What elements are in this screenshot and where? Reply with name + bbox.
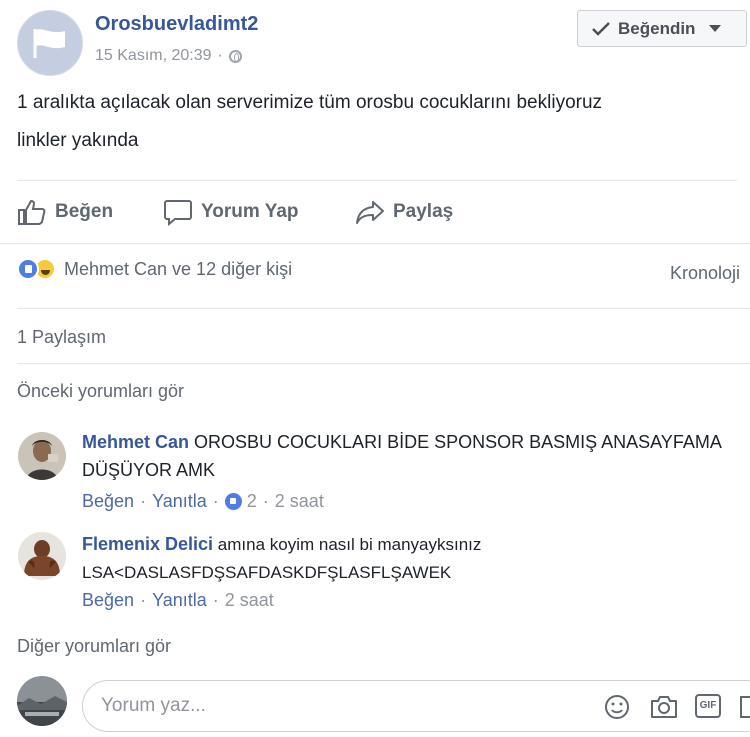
comment-body: Flemenix Delici amına koyim nasıl bi man… xyxy=(82,530,722,587)
like-action-label: Beğen xyxy=(55,201,114,222)
divider xyxy=(17,363,750,364)
comment-reply-link[interactable]: Yanıtla xyxy=(152,590,207,611)
post-timestamp[interactable]: 15 Kasım, 20:39 xyxy=(95,47,212,65)
page-avatar[interactable] xyxy=(17,10,83,76)
avatar[interactable] xyxy=(18,432,66,480)
comment-input[interactable]: Yorum yaz... xyxy=(101,695,206,717)
comment-actions: Beğen · Yanıtla · 2 saat xyxy=(82,590,274,611)
comment-time[interactable]: 2 saat xyxy=(225,590,274,611)
divider xyxy=(17,308,750,309)
comment-composer[interactable]: Yorum yaz... GIF xyxy=(82,680,750,732)
avatar-photo xyxy=(18,532,66,580)
comment-like-link[interactable]: Beğen xyxy=(82,590,134,611)
thumbs-up-icon xyxy=(18,199,46,225)
emoji-icon[interactable] xyxy=(603,693,631,721)
caret-down-icon xyxy=(709,25,722,32)
comment-time[interactable]: 2 saat xyxy=(275,491,324,512)
comment-author[interactable]: Mehmet Can xyxy=(82,432,189,452)
separator: · xyxy=(140,491,147,511)
liked-page-button[interactable]: Beğendin xyxy=(577,10,747,47)
globe-icon xyxy=(228,49,242,63)
speech-bubble-icon xyxy=(164,200,192,226)
like-reaction-icon xyxy=(17,258,39,280)
avatar[interactable] xyxy=(18,532,66,580)
avatar xyxy=(17,676,67,726)
share-action-label: Paylaş xyxy=(393,201,454,222)
page-name[interactable]: Orosbuevladimt2 xyxy=(95,13,258,36)
like-action-button[interactable]: Beğen xyxy=(17,195,113,229)
flag-icon xyxy=(33,29,65,58)
reactions-text: Mehmet Can ve 12 diğer kişi xyxy=(64,258,293,279)
comment-like-link[interactable]: Beğen xyxy=(82,491,134,512)
reactions-summary[interactable]: Mehmet Can ve 12 diğer kişi xyxy=(17,258,292,280)
check-icon xyxy=(592,21,610,36)
camera-icon[interactable] xyxy=(649,693,679,721)
view-previous-comments-link[interactable]: Önceki yorumları gör xyxy=(17,381,184,402)
share-action-button[interactable]: Paylaş xyxy=(355,195,453,229)
comment-action-label: Yorum Yap xyxy=(201,201,299,222)
view-more-comments-link[interactable]: Diğer yorumları gör xyxy=(17,636,171,657)
post-meta: 15 Kasım, 20:39 · xyxy=(95,47,242,65)
avatar-photo xyxy=(17,676,67,726)
meta-separator: · xyxy=(217,47,223,64)
separator: · xyxy=(140,590,147,610)
sticker-icon[interactable] xyxy=(739,693,750,721)
divider xyxy=(17,180,737,181)
separator: · xyxy=(212,491,219,511)
comment-body: Mehmet Can OROSBU COCUKLARI BİDE SPONSOR… xyxy=(82,428,722,484)
post-text-line: 1 aralıkta açılacak olan serverimize tüm… xyxy=(17,92,603,113)
gif-icon[interactable]: GIF xyxy=(695,694,721,718)
comment-action-button[interactable]: Yorum Yap xyxy=(163,195,299,229)
separator: · xyxy=(212,590,219,610)
separator: · xyxy=(262,491,269,511)
like-reaction-icon xyxy=(224,493,242,510)
divider xyxy=(0,243,750,244)
post-text-line: linkler yakında xyxy=(17,130,139,151)
comment-like-count[interactable]: 2 xyxy=(247,491,257,512)
shares-count[interactable]: 1 Paylaşım xyxy=(17,327,106,348)
comment-author[interactable]: Flemenix Delici xyxy=(82,534,213,554)
comment-sort-link[interactable]: Kronoloji xyxy=(670,263,740,284)
comment-actions: Beğen · Yanıtla · 2 · 2 saat xyxy=(82,491,324,512)
gif-label: GIF xyxy=(699,700,717,711)
liked-button-label: Beğendin xyxy=(618,18,696,38)
avatar-photo xyxy=(18,432,66,480)
comment-reply-link[interactable]: Yanıtla xyxy=(152,491,207,512)
share-arrow-icon xyxy=(356,201,384,224)
post-text: 1 aralıkta açılacak olan serverimize tüm… xyxy=(17,90,737,154)
